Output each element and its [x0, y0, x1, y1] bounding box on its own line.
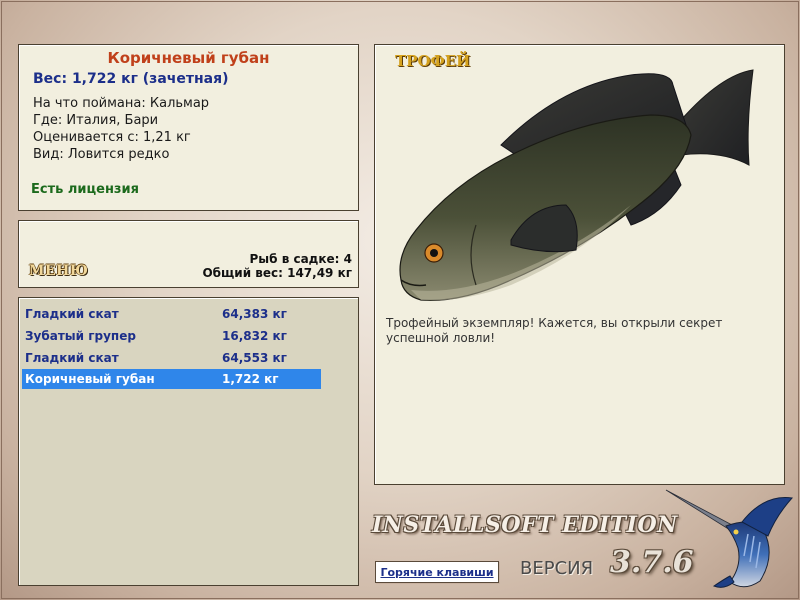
fish-details: На что поймана: Кальмар Где: Италия, Бар… [33, 95, 358, 163]
detail-bait: На что поймана: Кальмар [33, 96, 210, 111]
catch-name: Зубатый групер [25, 329, 136, 343]
catch-list: Гладкий скат 64,383 кг Зубатый групер 16… [18, 297, 359, 586]
fish-name-title: Коричневый губан [107, 49, 270, 67]
detail-location: Где: Италия, Бари [33, 113, 159, 128]
catch-row[interactable]: Гладкий скат 64,383 кг [22, 304, 321, 324]
catch-name: Гладкий скат [25, 351, 119, 365]
menu-panel: МЕНЮ Рыб в садке: 4 Общий вес: 147,49 кг [18, 220, 359, 288]
license-status: Есть лицензия [31, 182, 139, 197]
edition-logo-text: INSTALLSOFT EDITION [372, 512, 678, 538]
catch-weight: 64,383 кг [222, 307, 287, 321]
marlin-logo-icon [665, 489, 793, 588]
catch-weight: 1,722 кг [222, 372, 279, 386]
menu-button[interactable]: МЕНЮ [29, 263, 88, 279]
catch-name: Коричневый губан [25, 372, 155, 386]
fish-info-panel: Коричневый губан Вес: 1,722 кг (зачетная… [18, 44, 359, 211]
catch-weight: 16,832 кг [222, 329, 287, 343]
trophy-panel: ТРОФЕЙ Трофейный экземпляр! Кажется, вы … [374, 44, 785, 485]
keepnet-total-weight: Общий вес: 147,49 кг [202, 266, 352, 280]
trophy-label: ТРОФЕЙ [395, 52, 471, 70]
trophy-description: Трофейный экземпляр! Кажется, вы открыли… [386, 316, 723, 345]
catch-row[interactable]: Зубатый групер 16,832 кг [22, 326, 321, 346]
detail-species-rarity: Вид: Ловится редко [33, 147, 170, 162]
fish-weight: Вес: 1,722 кг (зачетная) [33, 71, 229, 87]
hotkeys-link[interactable]: Горячие клавиши [375, 561, 499, 583]
catch-weight: 64,553 кг [222, 351, 287, 365]
fish-image [399, 69, 754, 301]
catch-name: Гладкий скат [25, 307, 119, 321]
version-label: ВЕРСИЯ [520, 558, 594, 579]
catch-row[interactable]: Гладкий скат 64,553 кг [22, 348, 321, 368]
keepnet-count: Рыб в садке: 4 [249, 252, 353, 266]
detail-min-weight: Оценивается с: 1,21 кг [33, 130, 191, 145]
catch-row-selected[interactable]: Коричневый губан 1,722 кг [22, 369, 321, 389]
keepnet-stats: Рыб в садке: 4 Общий вес: 147,49 кг [202, 252, 352, 280]
